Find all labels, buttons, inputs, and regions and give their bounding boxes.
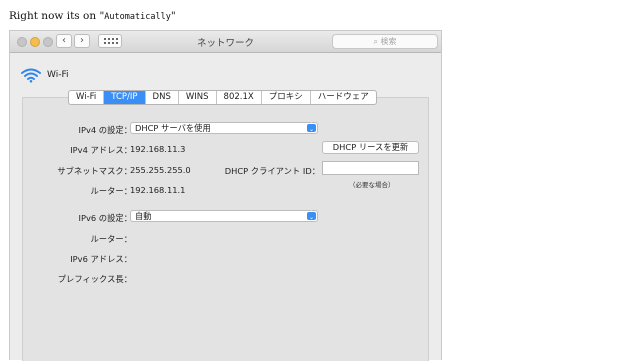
- wifi-icon: [21, 68, 41, 83]
- subnet-mask-label: サブネットマスク：: [57, 166, 132, 176]
- tab-proxy[interactable]: プロキシ: [260, 91, 310, 104]
- chevron-updown-icon: ⌃ ⌄: [307, 210, 316, 221]
- ipv6-config-select[interactable]: 自動 ⌃ ⌄: [130, 210, 318, 222]
- caption-text: Right now its on "Automatically": [9, 10, 176, 22]
- ipv4-router-label: ルーター：: [90, 186, 133, 196]
- tab-8021x[interactable]: 802.1X: [215, 91, 261, 104]
- tcpip-panel: IPv4 の設定： DHCP サーバを使用 ⌃ ⌄ IPv4 アドレス： 192.…: [22, 97, 429, 361]
- ipv6-router-label: ルーター：: [90, 234, 133, 244]
- tab-wins[interactable]: WINS: [177, 91, 216, 104]
- ipv4-config-label: IPv4 の設定：: [78, 125, 132, 135]
- client-id-hint: （必要な場合）: [349, 181, 395, 189]
- ipv4-router-value: 192.168.11.1: [130, 185, 186, 195]
- tab-hardware[interactable]: ハードウェア: [309, 91, 376, 104]
- subnet-mask-value: 255.255.255.0: [130, 165, 191, 175]
- ipv4-config-select[interactable]: DHCP サーバを使用 ⌃ ⌄: [130, 122, 318, 134]
- ipv6-config-value: 自動: [135, 211, 152, 221]
- ipv6-address-label: IPv6 アドレス：: [70, 254, 132, 264]
- ipv6-config-label: IPv6 の設定：: [78, 213, 132, 223]
- chevron-updown-icon: ⌃ ⌄: [307, 122, 316, 133]
- network-preferences-window: ‹ › ネットワーク ⌕ 検索 Wi-Fi Wi-Fi TCP/IP DNS W…: [9, 30, 442, 361]
- ipv4-address-value: 192.168.11.3: [130, 144, 186, 154]
- ipv4-config-value: DHCP サーバを使用: [135, 123, 211, 133]
- title-bar: ‹ › ネットワーク ⌕ 検索: [10, 31, 441, 53]
- service-name: Wi-Fi: [47, 70, 69, 80]
- tab-bar: Wi-Fi TCP/IP DNS WINS 802.1X プロキシ ハードウェア: [68, 90, 377, 105]
- tab-dns[interactable]: DNS: [144, 91, 178, 104]
- dhcp-client-id-label: DHCP クライアント ID：: [224, 166, 320, 176]
- renew-dhcp-lease-button[interactable]: DHCP リースを更新: [322, 141, 419, 154]
- tab-tcpip[interactable]: TCP/IP: [103, 91, 145, 104]
- caption-code: Automatically: [104, 12, 171, 22]
- dhcp-client-id-field[interactable]: [322, 161, 419, 175]
- tab-wifi[interactable]: Wi-Fi: [69, 91, 103, 104]
- ipv4-address-label: IPv4 アドレス：: [70, 145, 132, 155]
- search-input[interactable]: ⌕ 検索: [332, 34, 438, 49]
- prefix-length-label: プレフィックス長：: [57, 274, 132, 284]
